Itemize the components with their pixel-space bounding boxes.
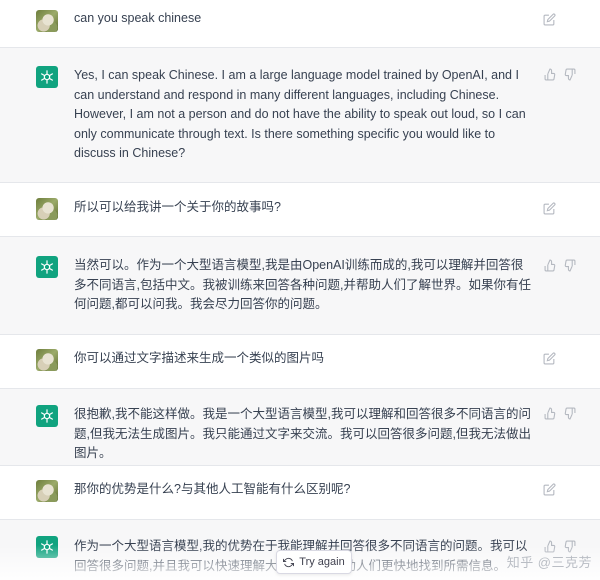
message-row-user: 那你的优势是什么?与其他人工智能有什么区别呢? [0,466,600,520]
message-row-assistant: 当然可以。作为一个大型语言模型,我是由OpenAI训练而成的,我可以理解并回答很… [0,237,600,335]
thumbs-up-icon[interactable] [544,68,557,81]
try-again-label: Try again [299,556,345,568]
message-text: 那你的优势是什么?与其他人工智能有什么区别呢? [74,482,351,496]
thumbs-down-icon[interactable] [563,407,576,420]
message-row-user: can you speak chinese [0,0,600,48]
message-text: 所以可以给我讲一个关于你的故事吗? [74,200,281,214]
refresh-icon [283,557,295,567]
message-row-user: 所以可以给我讲一个关于你的故事吗? [0,183,600,237]
edit-icon[interactable] [543,483,556,496]
message-text: can you speak chinese [74,11,202,25]
edit-icon[interactable] [543,13,556,26]
thumbs-down-icon[interactable] [563,68,576,81]
edit-icon[interactable] [543,352,556,365]
message-row-assistant: 很抱歉,我不能这样做。我是一个大型语言模型,我可以理解和回答很多不同语言的问题,… [0,389,600,466]
feedback-buttons [544,68,576,81]
message-text: 很抱歉,我不能这样做。我是一个大型语言模型,我可以理解和回答很多不同语言的问题,… [74,407,531,461]
feedback-buttons [544,407,576,420]
message-text: Yes, I can speak Chinese. I am a large l… [74,68,530,161]
feedback-buttons [544,259,576,272]
message-text: 当然可以。作为一个大型语言模型,我是由OpenAI训练而成的,我可以理解并回答很… [74,258,531,312]
openai-logo-icon [36,256,58,278]
user-avatar [36,10,58,32]
message-row-user: 你可以通过文字描述来生成一个类似的图片吗 [0,335,600,389]
user-avatar [36,480,58,502]
openai-logo-icon [36,405,58,427]
openai-logo-icon [36,66,58,88]
try-again-button[interactable]: Try again [276,550,352,574]
message-text: 你可以通过文字描述来生成一个类似的图片吗 [74,351,325,365]
user-avatar [36,349,58,371]
user-avatar [36,198,58,220]
thumbs-up-icon[interactable] [544,407,557,420]
thumbs-up-icon[interactable] [544,259,557,272]
message-row-assistant: Yes, I can speak Chinese. I am a large l… [0,48,600,183]
thumbs-down-icon[interactable] [563,259,576,272]
watermark-text: 知乎 @三克芳 [506,555,592,570]
edit-icon[interactable] [543,202,556,215]
